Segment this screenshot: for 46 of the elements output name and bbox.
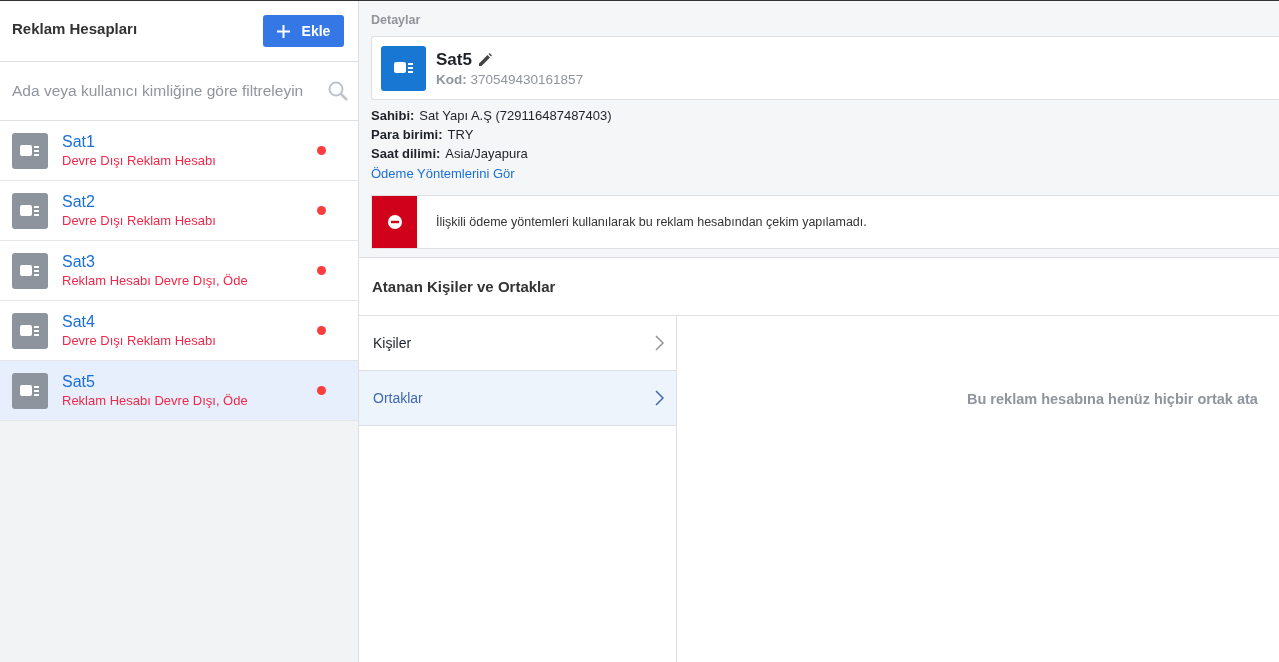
detail-field: Saat dilimi: Asia/Jayapura: [371, 146, 1279, 161]
account-list-item[interactable]: Sat1 Devre Dışı Reklam Hesabı: [0, 121, 358, 181]
chevron-right-icon: [655, 390, 664, 406]
edit-icon[interactable]: [477, 52, 492, 67]
account-status: Reklam Hesabı Devre Dışı, Öde: [62, 273, 249, 288]
account-code: Kod: 370549430161857: [436, 71, 584, 87]
account-list-item[interactable]: Sat4 Devre Dışı Reklam Hesabı: [0, 301, 358, 361]
account-list-item[interactable]: Sat5 Reklam Hesabı Devre Dışı, Öde: [0, 361, 358, 421]
blocked-icon: [387, 215, 402, 229]
account-title: Sat5: [436, 49, 472, 70]
section-title: Atanan Kişiler ve Ortaklar: [372, 278, 556, 295]
account-name: Sat4: [62, 313, 96, 331]
account-name: Sat3: [62, 253, 96, 271]
ad-account-icon: [20, 383, 40, 398]
ad-account-icon: [20, 263, 40, 278]
add-button[interactable]: Ekle: [263, 15, 344, 47]
account-status: Devre Dışı Reklam Hesabı: [62, 153, 217, 168]
ad-account-icon: [20, 143, 40, 158]
alert-message: İlişkili ödeme yöntemleri kullanılarak bu reklam hesabından çekim yapılamadı.: [436, 215, 867, 229]
account-name: Sat2: [62, 193, 96, 211]
detail-field: Para birimi: TRY: [371, 127, 1279, 142]
panel-title: Reklam Hesapları: [12, 19, 138, 37]
account-name: Sat1: [62, 133, 96, 151]
category-tab[interactable]: Ortaklar: [359, 371, 676, 426]
account-list-item[interactable]: Sat2 Devre Dışı Reklam Hesabı: [0, 181, 358, 241]
detail-field: Sahibi: Sat Yapı A.Ş (729116487487403): [371, 108, 1279, 123]
account-name: Sat5: [62, 373, 96, 391]
search-icon: [328, 81, 348, 101]
status-dot: [317, 146, 326, 155]
ad-account-icon: [20, 323, 40, 338]
plus-icon: [276, 24, 290, 38]
chevron-right-icon: [655, 335, 664, 351]
filter-field[interactable]: Ada veya kullanıcı kimliğine göre filtreleyin: [0, 62, 358, 121]
status-dot: [317, 266, 326, 275]
status-dot: [317, 386, 326, 395]
account-list-item[interactable]: Sat3 Reklam Hesabı Devre Dışı, Öde: [0, 241, 358, 301]
ad-account-icon: [393, 61, 414, 75]
empty-message: Bu reklam hesabına henüz hiçbir ortak ata: [967, 391, 1258, 407]
status-dot: [317, 326, 326, 335]
account-status: Devre Dışı Reklam Hesabı: [62, 333, 217, 348]
ad-account-icon: [20, 203, 40, 218]
account-status: Devre Dışı Reklam Hesabı: [62, 213, 217, 228]
payment-methods-link[interactable]: Ödeme Yöntemlerini Gör: [371, 166, 1279, 181]
status-dot: [317, 206, 326, 215]
account-status: Reklam Hesabı Devre Dışı, Öde: [62, 393, 249, 408]
section-title: Detaylar: [371, 13, 422, 27]
